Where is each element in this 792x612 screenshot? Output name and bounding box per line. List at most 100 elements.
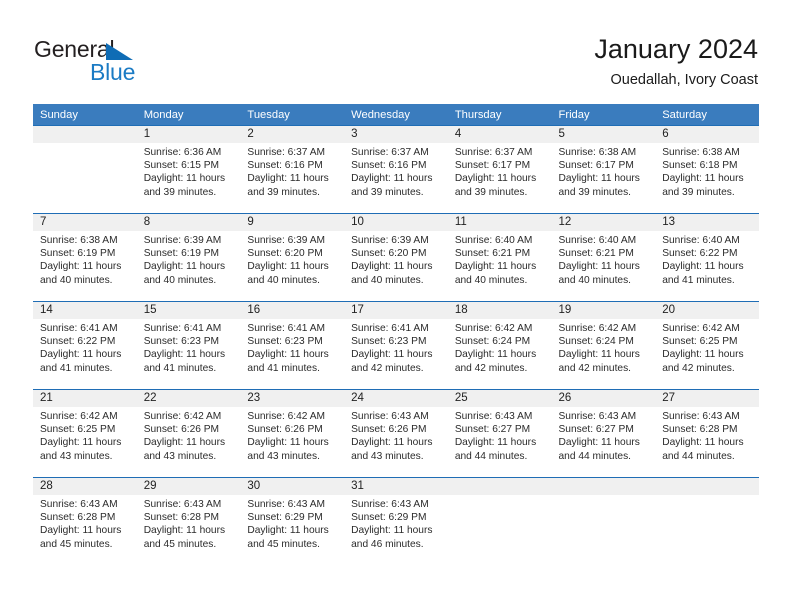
daylight-text-line1: Daylight: 11 hours xyxy=(40,349,122,361)
daylight-text-line1: Daylight: 11 hours xyxy=(247,349,329,361)
daylight-text-line1: Daylight: 11 hours xyxy=(351,525,433,537)
daylight-text-line2: and 43 minutes. xyxy=(351,450,424,462)
weekday-header-sunday: Sunday xyxy=(33,104,137,126)
day-details: Sunrise: 6:39 AM Sunset: 6:20 PM Daylight:… xyxy=(240,231,344,287)
daylight-text-line2: and 41 minutes. xyxy=(662,274,735,286)
calendar-day-cell[interactable]: 20 Sunrise: 6:42 AM Sunset: 6:25 PM Dayligh… xyxy=(655,301,759,390)
calendar-day-cell[interactable]: 10 Sunrise: 6:39 AM Sunset: 6:20 PM Dayligh… xyxy=(344,213,448,302)
calendar-day-cell[interactable]: 15 Sunrise: 6:41 AM Sunset: 6:23 PM Dayligh… xyxy=(136,301,241,390)
daylight-text-line1: Daylight: 11 hours xyxy=(143,349,226,361)
daylight-text-line2: and 40 minutes. xyxy=(558,274,632,286)
day-details: Sunrise: 6:43 AM Sunset: 6:27 PM Daylight:… xyxy=(448,407,552,463)
day-details: Sunrise: 6:39 AM Sunset: 6:19 PM Daylight:… xyxy=(137,231,241,287)
day-number xyxy=(655,478,759,495)
daylight-text-line1: Daylight: 11 hours xyxy=(662,437,744,449)
daylight-text-line2: and 44 minutes. xyxy=(558,450,632,462)
calendar-day-cell[interactable]: 2 Sunrise: 6:37 AM Sunset: 6:16 PM Daylight… xyxy=(240,125,345,214)
calendar-day-cell[interactable]: 16 Sunrise: 6:41 AM Sunset: 6:23 PM Dayligh… xyxy=(240,301,345,390)
calendar-day-cell[interactable]: 14 Sunrise: 6:41 AM Sunset: 6:22 PM Dayligh… xyxy=(33,301,137,390)
day-number: 18 xyxy=(447,302,552,319)
weekday-header-friday: Friday xyxy=(551,104,656,126)
daylight-text-line1: Daylight: 11 hours xyxy=(40,525,122,537)
logo-triangle-icon xyxy=(106,43,133,60)
daylight-text-line1: Daylight: 11 hours xyxy=(662,173,744,185)
sunset-text: Sunset: 6:16 PM xyxy=(247,160,323,172)
calendar-day-cell[interactable]: 13 Sunrise: 6:40 AM Sunset: 6:22 PM Dayligh… xyxy=(655,213,759,302)
calendar-day-cell[interactable]: 27 Sunrise: 6:43 AM Sunset: 6:28 PM Dayligh… xyxy=(655,389,759,478)
calendar-day-cell[interactable]: 7 Sunrise: 6:38 AM Sunset: 6:19 PM Daylight… xyxy=(33,213,137,302)
calendar-day-cell[interactable]: 3 Sunrise: 6:37 AM Sunset: 6:16 PM Daylight… xyxy=(344,125,448,214)
day-number: 3 xyxy=(344,126,448,143)
calendar-day-cell[interactable]: 25 Sunrise: 6:43 AM Sunset: 6:27 PM Dayligh… xyxy=(447,389,552,478)
calendar-week-row: 1 Sunrise: 6:36 AM Sunset: 6:15 PM Daylight… xyxy=(33,125,759,214)
calendar-day-cell[interactable]: 4 Sunrise: 6:37 AM Sunset: 6:17 PM Daylight… xyxy=(447,125,552,214)
day-number: 19 xyxy=(551,302,656,319)
day-number: 28 xyxy=(33,478,137,495)
day-number: 10 xyxy=(344,214,448,231)
sunrise-text: Sunrise: 6:37 AM xyxy=(351,147,429,158)
calendar-day-cell[interactable]: 30 Sunrise: 6:43 AM Sunset: 6:29 PM Dayligh… xyxy=(240,477,345,565)
weekday-header-wednesday: Wednesday xyxy=(344,104,448,126)
calendar-day-cell[interactable]: 8 Sunrise: 6:39 AM Sunset: 6:19 PM Daylight… xyxy=(136,213,241,302)
sunset-text: Sunset: 6:21 PM xyxy=(454,248,531,260)
day-details: Sunrise: 6:43 AM Sunset: 6:29 PM Daylight:… xyxy=(344,495,448,551)
daylight-text-line1: Daylight: 11 hours xyxy=(662,349,744,361)
sunset-text: Sunset: 6:18 PM xyxy=(662,160,738,172)
daylight-text-line2: and 40 minutes. xyxy=(40,274,113,286)
sunset-text: Sunset: 6:24 PM xyxy=(454,336,531,348)
day-number: 13 xyxy=(655,214,759,231)
day-number: 1 xyxy=(136,126,241,143)
day-details: Sunrise: 6:37 AM Sunset: 6:17 PM Daylight:… xyxy=(448,143,552,199)
calendar-day-cell[interactable]: 11 Sunrise: 6:40 AM Sunset: 6:21 PM Dayligh… xyxy=(447,213,552,302)
daylight-text-line2: and 42 minutes. xyxy=(558,362,632,374)
daylight-text-line2: and 44 minutes. xyxy=(454,450,528,462)
daylight-text-line2: and 42 minutes. xyxy=(351,362,424,374)
day-details: Sunrise: 6:43 AM Sunset: 6:26 PM Daylight:… xyxy=(344,407,448,463)
day-details: Sunrise: 6:43 AM Sunset: 6:28 PM Daylight:… xyxy=(33,495,137,551)
sunrise-text: Sunrise: 6:37 AM xyxy=(247,147,325,158)
calendar-day-cell[interactable]: 31 Sunrise: 6:43 AM Sunset: 6:29 PM Dayligh… xyxy=(344,477,448,565)
daylight-text-line1: Daylight: 11 hours xyxy=(40,437,122,449)
day-details: Sunrise: 6:40 AM Sunset: 6:21 PM Daylight:… xyxy=(448,231,552,287)
sunrise-text: Sunrise: 6:38 AM xyxy=(662,147,740,158)
calendar-day-cell-empty xyxy=(447,477,552,565)
day-number: 11 xyxy=(447,214,552,231)
sunset-text: Sunset: 6:28 PM xyxy=(40,512,116,524)
daylight-text-line1: Daylight: 11 hours xyxy=(247,525,329,537)
calendar-day-cell[interactable]: 17 Sunrise: 6:41 AM Sunset: 6:23 PM Dayligh… xyxy=(344,301,448,390)
calendar-day-cell[interactable]: 1 Sunrise: 6:36 AM Sunset: 6:15 PM Daylight… xyxy=(136,125,241,214)
daylight-text-line2: and 41 minutes. xyxy=(40,362,113,374)
calendar-day-cell[interactable]: 29 Sunrise: 6:43 AM Sunset: 6:28 PM Dayligh… xyxy=(136,477,241,565)
calendar-day-cell[interactable]: 5 Sunrise: 6:38 AM Sunset: 6:17 PM Daylight… xyxy=(551,125,656,214)
daylight-text-line2: and 39 minutes. xyxy=(662,186,735,198)
sunrise-text: Sunrise: 6:40 AM xyxy=(662,235,740,246)
calendar-day-cell[interactable]: 22 Sunrise: 6:42 AM Sunset: 6:26 PM Dayligh… xyxy=(136,389,241,478)
calendar-day-cell[interactable]: 12 Sunrise: 6:40 AM Sunset: 6:21 PM Dayligh… xyxy=(551,213,656,302)
calendar-day-cell[interactable]: 21 Sunrise: 6:42 AM Sunset: 6:25 PM Dayligh… xyxy=(33,389,137,478)
weekday-header-monday: Monday xyxy=(136,104,241,126)
sunset-text: Sunset: 6:23 PM xyxy=(351,336,427,348)
daylight-text-line1: Daylight: 11 hours xyxy=(351,173,433,185)
day-number: 31 xyxy=(344,478,448,495)
daylight-text-line1: Daylight: 11 hours xyxy=(454,261,537,273)
calendar-day-cell[interactable]: 26 Sunrise: 6:43 AM Sunset: 6:27 PM Dayligh… xyxy=(551,389,656,478)
day-details: Sunrise: 6:41 AM Sunset: 6:23 PM Daylight:… xyxy=(344,319,448,375)
daylight-text-line2: and 41 minutes. xyxy=(143,362,217,374)
calendar-day-cell[interactable]: 23 Sunrise: 6:42 AM Sunset: 6:26 PM Dayligh… xyxy=(240,389,345,478)
sunrise-text: Sunrise: 6:42 AM xyxy=(247,411,325,422)
day-details: Sunrise: 6:40 AM Sunset: 6:22 PM Daylight:… xyxy=(655,231,759,287)
calendar-day-cell[interactable]: 18 Sunrise: 6:42 AM Sunset: 6:24 PM Dayligh… xyxy=(447,301,552,390)
calendar-day-cell[interactable]: 9 Sunrise: 6:39 AM Sunset: 6:20 PM Daylight… xyxy=(240,213,345,302)
calendar-day-cell[interactable]: 24 Sunrise: 6:43 AM Sunset: 6:26 PM Dayligh… xyxy=(344,389,448,478)
calendar-day-cell[interactable]: 6 Sunrise: 6:38 AM Sunset: 6:18 PM Daylight… xyxy=(655,125,759,214)
sunset-text: Sunset: 6:27 PM xyxy=(558,424,634,436)
calendar-day-cell[interactable]: 19 Sunrise: 6:42 AM Sunset: 6:24 PM Dayligh… xyxy=(551,301,656,390)
sunset-text: Sunset: 6:29 PM xyxy=(351,512,427,524)
day-details: Sunrise: 6:42 AM Sunset: 6:24 PM Daylight:… xyxy=(448,319,552,375)
weekday-header-tuesday: Tuesday xyxy=(240,104,345,126)
daylight-text-line2: and 40 minutes. xyxy=(454,274,528,286)
calendar-day-cell[interactable]: 28 Sunrise: 6:43 AM Sunset: 6:28 PM Dayligh… xyxy=(33,477,137,565)
general-blue-logo[interactable]: General Blue xyxy=(34,36,174,90)
day-details: Sunrise: 6:41 AM Sunset: 6:22 PM Daylight:… xyxy=(33,319,137,375)
calendar-week-row: 14 Sunrise: 6:41 AM Sunset: 6:22 PM Dayligh… xyxy=(33,301,759,390)
